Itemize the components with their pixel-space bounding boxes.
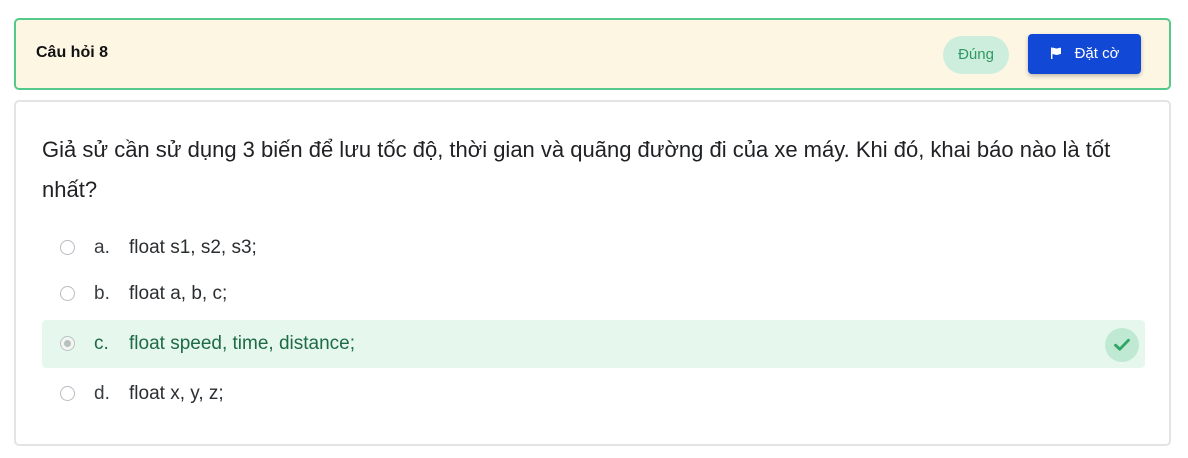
option-d[interactable]: d. float x, y, z; [42, 370, 1145, 418]
correct-check-badge [1105, 328, 1139, 362]
option-text: float a, b, c; [129, 283, 228, 304]
option-text: float x, y, z; [129, 383, 224, 404]
option-a[interactable]: a. float s1, s2, s3; [42, 224, 1145, 272]
option-text: float s1, s2, s3; [129, 237, 257, 258]
option-b[interactable]: b. float a, b, c; [42, 270, 1145, 318]
option-letter: d. [94, 383, 110, 404]
option-text: float speed, time, distance; [129, 333, 356, 354]
option-letter: b. [94, 283, 110, 304]
question-card: Giả sử cần sử dụng 3 biến để lưu tốc độ,… [14, 100, 1171, 446]
question-header: Câu hỏi 8 Đúng Đặt cờ [14, 18, 1171, 90]
option-letter: a. [94, 237, 110, 258]
flag-button[interactable]: Đặt cờ [1028, 34, 1141, 74]
flag-icon [1050, 47, 1061, 59]
question-number: Câu hỏi 8 [36, 44, 109, 61]
option-a-radio[interactable] [60, 240, 75, 255]
flag-button-label: Đặt cờ [1074, 45, 1120, 62]
option-c[interactable]: c. float speed, time, distance; [42, 320, 1145, 368]
status-badge: Đúng [943, 36, 1009, 74]
question-text: Giả sử cần sử dụng 3 biến để lưu tốc độ,… [42, 137, 1111, 202]
option-c-radio[interactable] [60, 336, 75, 351]
option-b-radio[interactable] [60, 286, 75, 301]
check-icon [1114, 338, 1130, 351]
option-d-radio[interactable] [60, 386, 75, 401]
option-letter: c. [94, 333, 109, 354]
